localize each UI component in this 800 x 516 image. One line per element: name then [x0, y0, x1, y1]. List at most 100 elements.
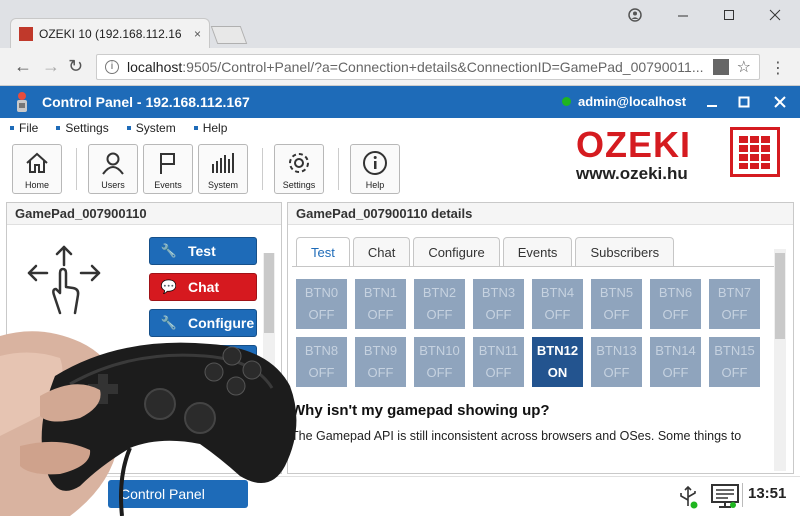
toolbar-home-button[interactable]: Home: [12, 144, 62, 194]
tab-test[interactable]: Test: [296, 237, 350, 267]
flag-icon: ⚑: [163, 351, 175, 366]
forward-arrow-icon[interactable]: →: [42, 56, 60, 77]
chat-button[interactable]: 💬 Chat: [149, 273, 257, 301]
gamepad-btn-state: OFF: [662, 365, 689, 380]
tab-configure[interactable]: Configure: [413, 237, 500, 267]
toolbar-home-label: Home: [24, 180, 49, 190]
gamepad-btn-13: BTN13 OFF: [591, 337, 642, 387]
details-scrollbar[interactable]: [774, 249, 786, 471]
gamepad-btn-state: OFF: [721, 365, 748, 380]
gamepad-btn-name: BTN2: [422, 285, 457, 300]
gamepad-btn-name: BTN10: [419, 343, 460, 358]
gamepad-btn-state: ON: [547, 365, 568, 380]
app-close-icon[interactable]: [768, 90, 792, 114]
home-icon: [26, 152, 48, 173]
gamepad-btn-name: BTN5: [599, 285, 634, 300]
gamepad-btn-name: BTN15: [714, 343, 755, 358]
gamepad-btn-name: BTN6: [658, 285, 693, 300]
test-button[interactable]: 🔧 Test: [149, 237, 257, 265]
gamepad-btn-5: BTN5 OFF: [591, 279, 642, 329]
usb-connection-icon[interactable]: [676, 484, 700, 510]
chat-bubble-icon: 💬: [160, 279, 178, 294]
toolbar-events-label: Events: [154, 180, 182, 190]
gamepad-btn-state: OFF: [603, 365, 630, 380]
back-arrow-icon[interactable]: ←: [14, 56, 32, 77]
gamepad-btn-6: BTN6 OFF: [650, 279, 701, 329]
gamepad-btn-10: BTN10 OFF: [414, 337, 465, 387]
gamepad-btn-state: OFF: [485, 365, 512, 380]
tab-chat[interactable]: Chat: [352, 237, 411, 267]
gamepad-btn-7: BTN7 OFF: [709, 279, 760, 329]
app-maximize-icon[interactable]: [732, 90, 756, 114]
app-header: Control Panel - 192.168.112.167 admin@lo…: [0, 86, 800, 118]
menu-system[interactable]: System: [126, 118, 176, 138]
gamepad-btn-state: OFF: [485, 307, 512, 322]
profile-icon[interactable]: [612, 0, 658, 30]
reload-icon[interactable]: ↻: [68, 56, 83, 77]
help-text: The Gamepad API is still inconsistent ac…: [291, 429, 742, 443]
online-status-icon: [562, 97, 571, 106]
site-info-icon[interactable]: i: [105, 60, 119, 74]
details-tabs: Test Chat Configure Events Subscribers: [296, 237, 677, 267]
logged-in-user[interactable]: admin@localhost: [578, 94, 686, 109]
toolbar-settings-button[interactable]: Settings: [274, 144, 324, 194]
translate-icon[interactable]: [712, 59, 729, 75]
minimize-icon[interactable]: [660, 0, 706, 30]
wrench-icon: 🔧: [160, 243, 178, 258]
gamepad-btn-name: BTN11: [478, 343, 519, 358]
gamepad-btn-state: OFF: [544, 307, 571, 322]
new-tab-button[interactable]: [210, 26, 248, 44]
events-button-partial[interactable]: ⚑: [149, 345, 257, 373]
app-minimize-icon[interactable]: [700, 90, 724, 114]
connection-panel: GamePad_007900110 🔧 Test 💬 Chat 🔧 Config…: [6, 202, 282, 474]
browser-tab[interactable]: OZEKI 10 (192.168.112.16 ×: [10, 18, 210, 48]
bars-chart-icon: [212, 152, 234, 173]
gamepad-btn-1: BTN1 OFF: [355, 279, 406, 329]
info-icon: [363, 150, 387, 175]
gamepad-btn-3: BTN3 OFF: [473, 279, 524, 329]
connection-panel-title: GamePad_007900110: [7, 203, 281, 225]
gamepad-btn-state: OFF: [367, 307, 394, 322]
address-url[interactable]: localhost:9505/Control+Panel/?a=Connecti…: [127, 59, 705, 75]
bookmark-star-icon[interactable]: ☆: [737, 57, 751, 77]
toolbar-system-button[interactable]: System: [198, 144, 248, 194]
maximize-icon[interactable]: [706, 0, 752, 30]
close-icon[interactable]: [752, 0, 798, 30]
gamepad-btn-name: BTN12: [536, 343, 579, 358]
gamepad-btn-name: BTN4: [540, 285, 575, 300]
close-tab-icon[interactable]: ×: [194, 27, 201, 41]
gamepad-btn-state: OFF: [367, 365, 394, 380]
gamepad-btn-name: BTN0: [304, 285, 339, 300]
toolbar-users-button[interactable]: Users: [88, 144, 138, 194]
configure-button[interactable]: 🔧 Configure: [149, 309, 257, 337]
gamepad-btn-name: BTN8: [304, 343, 339, 358]
tab-subscribers[interactable]: Subscribers: [575, 237, 675, 267]
toolbar-events-button[interactable]: Events: [143, 144, 193, 194]
control-panel-taskbar-button[interactable]: Control Panel: [108, 480, 248, 508]
toolbar-settings-label: Settings: [282, 180, 316, 190]
browser-tab-title: OZEKI 10 (192.168.112.16: [39, 26, 182, 41]
toolbar-help-button[interactable]: Help: [350, 144, 400, 194]
monitor-icon[interactable]: [710, 483, 740, 509]
browser-menu-icon[interactable]: ⋮: [770, 58, 786, 78]
address-bar[interactable]: i localhost:9505/Control+Panel/?a=Connec…: [96, 54, 760, 80]
menu-file[interactable]: File: [10, 118, 38, 138]
tab-events[interactable]: Events: [502, 237, 573, 267]
gamepad-btn-name: BTN9: [363, 343, 398, 358]
brand-website: www.ozeki.hu: [576, 164, 688, 183]
gamepad-btn-4: BTN4 OFF: [532, 279, 583, 329]
app-menu-bar: File Settings System Help: [0, 118, 560, 138]
menu-help[interactable]: Help: [193, 118, 227, 138]
flag-icon: [160, 152, 175, 174]
gamepad-btn-11: BTN11 OFF: [473, 337, 524, 387]
gamepad-btn-state: OFF: [426, 307, 453, 322]
toolbar-system-label: System: [207, 180, 238, 190]
gamepad-btn-state: OFF: [308, 365, 335, 380]
taskbar: Control Panel 13:51: [0, 476, 800, 516]
app-title: Control Panel - 192.168.112.167: [42, 94, 250, 110]
ozeki-brand-logo: OZEKI www.ozeki.hu: [572, 124, 792, 184]
menu-settings[interactable]: Settings: [56, 118, 109, 138]
gamepad-btn-name: BTN7: [717, 285, 752, 300]
gamepad-btn-name: BTN13: [596, 343, 637, 358]
left-scrollbar[interactable]: [263, 253, 275, 471]
